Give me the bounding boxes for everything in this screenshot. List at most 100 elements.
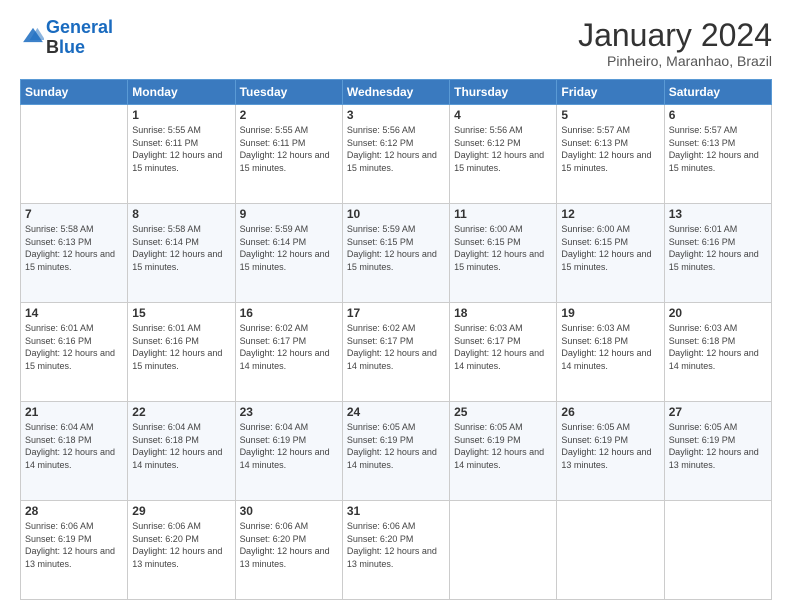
- day-number: 31: [347, 504, 445, 518]
- calendar-cell: [21, 105, 128, 204]
- day-number: 5: [561, 108, 659, 122]
- calendar-cell: 28 Sunrise: 6:06 AMSunset: 6:19 PMDaylig…: [21, 501, 128, 600]
- day-number: 13: [669, 207, 767, 221]
- calendar-cell: 16 Sunrise: 6:02 AMSunset: 6:17 PMDaylig…: [235, 303, 342, 402]
- day-info: Sunrise: 6:00 AMSunset: 6:15 PMDaylight:…: [454, 224, 544, 272]
- day-info: Sunrise: 6:02 AMSunset: 6:17 PMDaylight:…: [240, 323, 330, 371]
- day-info: Sunrise: 6:05 AMSunset: 6:19 PMDaylight:…: [669, 422, 759, 470]
- logo-icon: [22, 24, 44, 46]
- calendar-cell: 6 Sunrise: 5:57 AMSunset: 6:13 PMDayligh…: [664, 105, 771, 204]
- day-number: 29: [132, 504, 230, 518]
- day-number: 11: [454, 207, 552, 221]
- day-number: 14: [25, 306, 123, 320]
- calendar-cell: 5 Sunrise: 5:57 AMSunset: 6:13 PMDayligh…: [557, 105, 664, 204]
- calendar-cell: 20 Sunrise: 6:03 AMSunset: 6:18 PMDaylig…: [664, 303, 771, 402]
- calendar-cell: [664, 501, 771, 600]
- header-row: Sunday Monday Tuesday Wednesday Thursday…: [21, 80, 772, 105]
- calendar-week-4: 28 Sunrise: 6:06 AMSunset: 6:19 PMDaylig…: [21, 501, 772, 600]
- day-number: 18: [454, 306, 552, 320]
- col-saturday: Saturday: [664, 80, 771, 105]
- day-info: Sunrise: 6:03 AMSunset: 6:18 PMDaylight:…: [669, 323, 759, 371]
- calendar-cell: 8 Sunrise: 5:58 AMSunset: 6:14 PMDayligh…: [128, 204, 235, 303]
- day-number: 21: [25, 405, 123, 419]
- month-title: January 2024: [578, 18, 772, 53]
- calendar-cell: 18 Sunrise: 6:03 AMSunset: 6:17 PMDaylig…: [450, 303, 557, 402]
- day-number: 4: [454, 108, 552, 122]
- day-number: 2: [240, 108, 338, 122]
- calendar-cell: 10 Sunrise: 5:59 AMSunset: 6:15 PMDaylig…: [342, 204, 449, 303]
- day-info: Sunrise: 6:05 AMSunset: 6:19 PMDaylight:…: [454, 422, 544, 470]
- col-thursday: Thursday: [450, 80, 557, 105]
- day-number: 16: [240, 306, 338, 320]
- day-number: 17: [347, 306, 445, 320]
- day-number: 24: [347, 405, 445, 419]
- day-info: Sunrise: 6:06 AMSunset: 6:20 PMDaylight:…: [240, 521, 330, 569]
- calendar-cell: 15 Sunrise: 6:01 AMSunset: 6:16 PMDaylig…: [128, 303, 235, 402]
- day-number: 19: [561, 306, 659, 320]
- day-info: Sunrise: 5:59 AMSunset: 6:14 PMDaylight:…: [240, 224, 330, 272]
- day-info: Sunrise: 5:58 AMSunset: 6:13 PMDaylight:…: [25, 224, 115, 272]
- calendar-cell: 26 Sunrise: 6:05 AMSunset: 6:19 PMDaylig…: [557, 402, 664, 501]
- calendar-cell: 4 Sunrise: 5:56 AMSunset: 6:12 PMDayligh…: [450, 105, 557, 204]
- calendar-cell: 30 Sunrise: 6:06 AMSunset: 6:20 PMDaylig…: [235, 501, 342, 600]
- day-info: Sunrise: 6:06 AMSunset: 6:20 PMDaylight:…: [132, 521, 222, 569]
- calendar-cell: 27 Sunrise: 6:05 AMSunset: 6:19 PMDaylig…: [664, 402, 771, 501]
- col-wednesday: Wednesday: [342, 80, 449, 105]
- calendar-cell: 25 Sunrise: 6:05 AMSunset: 6:19 PMDaylig…: [450, 402, 557, 501]
- col-friday: Friday: [557, 80, 664, 105]
- logo: GeneralBlue: [20, 18, 113, 58]
- day-info: Sunrise: 6:01 AMSunset: 6:16 PMDaylight:…: [669, 224, 759, 272]
- calendar-week-1: 7 Sunrise: 5:58 AMSunset: 6:13 PMDayligh…: [21, 204, 772, 303]
- day-info: Sunrise: 5:56 AMSunset: 6:12 PMDaylight:…: [347, 125, 437, 173]
- day-number: 7: [25, 207, 123, 221]
- day-info: Sunrise: 6:06 AMSunset: 6:20 PMDaylight:…: [347, 521, 437, 569]
- day-info: Sunrise: 5:55 AMSunset: 6:11 PMDaylight:…: [240, 125, 330, 173]
- day-info: Sunrise: 5:55 AMSunset: 6:11 PMDaylight:…: [132, 125, 222, 173]
- day-info: Sunrise: 6:01 AMSunset: 6:16 PMDaylight:…: [25, 323, 115, 371]
- location: Pinheiro, Maranhao, Brazil: [578, 53, 772, 69]
- day-number: 28: [25, 504, 123, 518]
- col-tuesday: Tuesday: [235, 80, 342, 105]
- day-number: 3: [347, 108, 445, 122]
- calendar-cell: 1 Sunrise: 5:55 AMSunset: 6:11 PMDayligh…: [128, 105, 235, 204]
- title-block: January 2024 Pinheiro, Maranhao, Brazil: [578, 18, 772, 69]
- day-info: Sunrise: 5:59 AMSunset: 6:15 PMDaylight:…: [347, 224, 437, 272]
- calendar-cell: 7 Sunrise: 5:58 AMSunset: 6:13 PMDayligh…: [21, 204, 128, 303]
- day-info: Sunrise: 6:05 AMSunset: 6:19 PMDaylight:…: [561, 422, 651, 470]
- day-number: 26: [561, 405, 659, 419]
- day-number: 8: [132, 207, 230, 221]
- day-info: Sunrise: 6:04 AMSunset: 6:18 PMDaylight:…: [25, 422, 115, 470]
- day-info: Sunrise: 6:03 AMSunset: 6:18 PMDaylight:…: [561, 323, 651, 371]
- day-number: 20: [669, 306, 767, 320]
- day-info: Sunrise: 5:56 AMSunset: 6:12 PMDaylight:…: [454, 125, 544, 173]
- calendar-cell: [557, 501, 664, 600]
- calendar-table: Sunday Monday Tuesday Wednesday Thursday…: [20, 79, 772, 600]
- header: GeneralBlue January 2024 Pinheiro, Maran…: [20, 18, 772, 69]
- day-info: Sunrise: 6:01 AMSunset: 6:16 PMDaylight:…: [132, 323, 222, 371]
- day-info: Sunrise: 6:05 AMSunset: 6:19 PMDaylight:…: [347, 422, 437, 470]
- day-info: Sunrise: 6:02 AMSunset: 6:17 PMDaylight:…: [347, 323, 437, 371]
- calendar-cell: 24 Sunrise: 6:05 AMSunset: 6:19 PMDaylig…: [342, 402, 449, 501]
- day-number: 25: [454, 405, 552, 419]
- day-info: Sunrise: 5:57 AMSunset: 6:13 PMDaylight:…: [561, 125, 651, 173]
- calendar-week-2: 14 Sunrise: 6:01 AMSunset: 6:16 PMDaylig…: [21, 303, 772, 402]
- day-info: Sunrise: 6:04 AMSunset: 6:18 PMDaylight:…: [132, 422, 222, 470]
- day-info: Sunrise: 5:57 AMSunset: 6:13 PMDaylight:…: [669, 125, 759, 173]
- day-number: 10: [347, 207, 445, 221]
- calendar-cell: 17 Sunrise: 6:02 AMSunset: 6:17 PMDaylig…: [342, 303, 449, 402]
- col-monday: Monday: [128, 80, 235, 105]
- calendar-cell: 14 Sunrise: 6:01 AMSunset: 6:16 PMDaylig…: [21, 303, 128, 402]
- calendar-cell: 11 Sunrise: 6:00 AMSunset: 6:15 PMDaylig…: [450, 204, 557, 303]
- day-info: Sunrise: 6:06 AMSunset: 6:19 PMDaylight:…: [25, 521, 115, 569]
- calendar-cell: 31 Sunrise: 6:06 AMSunset: 6:20 PMDaylig…: [342, 501, 449, 600]
- calendar-cell: 22 Sunrise: 6:04 AMSunset: 6:18 PMDaylig…: [128, 402, 235, 501]
- day-number: 1: [132, 108, 230, 122]
- calendar-cell: [450, 501, 557, 600]
- calendar-cell: 2 Sunrise: 5:55 AMSunset: 6:11 PMDayligh…: [235, 105, 342, 204]
- day-info: Sunrise: 5:58 AMSunset: 6:14 PMDaylight:…: [132, 224, 222, 272]
- calendar-cell: 13 Sunrise: 6:01 AMSunset: 6:16 PMDaylig…: [664, 204, 771, 303]
- calendar-week-0: 1 Sunrise: 5:55 AMSunset: 6:11 PMDayligh…: [21, 105, 772, 204]
- calendar-cell: 29 Sunrise: 6:06 AMSunset: 6:20 PMDaylig…: [128, 501, 235, 600]
- logo-text: GeneralBlue: [46, 18, 113, 58]
- calendar-week-3: 21 Sunrise: 6:04 AMSunset: 6:18 PMDaylig…: [21, 402, 772, 501]
